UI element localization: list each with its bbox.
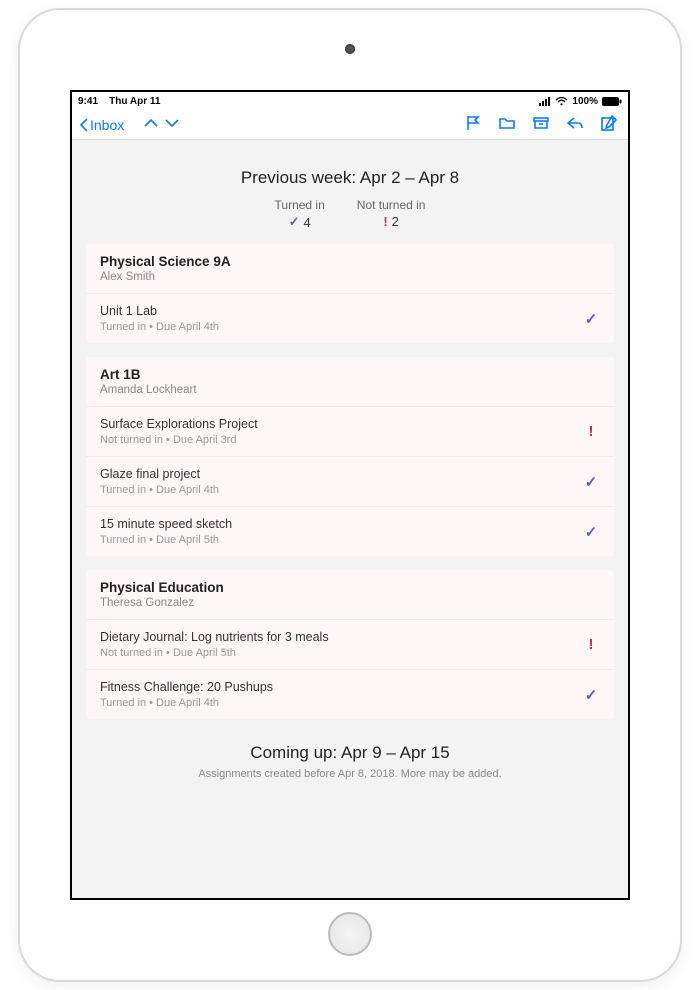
assignment-text: Fitness Challenge: 20 Pushups Turned in •… [100, 680, 582, 709]
device-camera [345, 44, 355, 54]
class-name: Physical Education [100, 580, 600, 595]
check-icon: ✓ [582, 523, 600, 541]
reply-icon [566, 114, 584, 132]
turned-in-count: 4 [303, 215, 310, 230]
assignment-text: Unit 1 Lab Turned in • Due April 4th [100, 304, 582, 333]
assignment-row[interactable]: Dietary Journal: Log nutrients for 3 mea… [86, 619, 614, 669]
compose-icon [600, 114, 618, 132]
assignment-text: Glaze final project Turned in • Due April… [100, 467, 582, 496]
check-icon: ✓ [582, 473, 600, 491]
assignment-title: Surface Explorations Project [100, 417, 582, 431]
turned-in-label: Turned in [275, 198, 325, 212]
assignment-row[interactable]: 15 minute speed sketch Turned in • Due Ap… [86, 506, 614, 556]
chevron-left-icon [78, 117, 90, 133]
class-group: Art 1B Amanda Lockheart Surface Exploratio… [86, 357, 614, 556]
ipad-frame: 9:41 Thu Apr 11 100% Inbo [20, 10, 680, 980]
not-turned-in-count: 2 [392, 214, 399, 229]
signal-icon [539, 97, 551, 106]
assignment-title: Dietary Journal: Log nutrients for 3 mea… [100, 630, 582, 644]
archive-icon [532, 114, 550, 132]
class-header: Physical Science 9A Alex Smith [86, 244, 614, 293]
summary-row: Turned in ✓ 4 Not turned in ! 2 [72, 198, 628, 230]
not-turned-in-label: Not turned in [357, 198, 426, 212]
status-bar: 9:41 Thu Apr 11 100% [72, 92, 628, 110]
assignment-title: Fitness Challenge: 20 Pushups [100, 680, 582, 694]
check-icon: ✓ [289, 214, 300, 230]
assignment-meta: Turned in • Due April 5th [100, 534, 582, 546]
prev-message-button[interactable] [142, 116, 160, 133]
next-message-button[interactable] [163, 116, 181, 133]
class-name: Physical Science 9A [100, 254, 600, 269]
battery-text: 100% [572, 96, 598, 107]
assignment-row[interactable]: Glaze final project Turned in • Due April… [86, 456, 614, 506]
assignment-meta: Turned in • Due April 4th [100, 321, 582, 333]
wifi-icon [555, 97, 568, 106]
exclamation-icon: ! [582, 423, 600, 440]
class-header: Art 1B Amanda Lockheart [86, 357, 614, 406]
assignment-meta: Not turned in • Due April 3rd [100, 434, 582, 446]
reply-button[interactable] [566, 114, 584, 135]
teacher-name: Alex Smith [100, 271, 600, 283]
status-date: Thu Apr 11 [109, 96, 160, 107]
teacher-name: Amanda Lockheart [100, 384, 600, 396]
archive-button[interactable] [532, 114, 550, 135]
status-time: 9:41 [78, 96, 98, 107]
flag-icon [464, 114, 482, 132]
assignment-title: 15 minute speed sketch [100, 517, 582, 531]
assignment-row[interactable]: Fitness Challenge: 20 Pushups Turned in •… [86, 669, 614, 719]
move-button[interactable] [498, 114, 516, 135]
class-header: Physical Education Theresa Gonzalez [86, 570, 614, 619]
assignment-row[interactable]: Surface Explorations Project Not turned i… [86, 406, 614, 456]
coming-up-note: Assignments created before Apr 8, 2018. … [72, 767, 628, 781]
email-content[interactable]: Previous week: Apr 2 – Apr 8 Turned in ✓… [72, 140, 628, 898]
coming-up-heading: Coming up: Apr 9 – Apr 15 [72, 743, 628, 763]
check-icon: ✓ [582, 686, 600, 704]
class-group: Physical Science 9A Alex Smith Unit 1 Lab T… [86, 244, 614, 343]
chevron-down-icon [163, 116, 181, 130]
screen: 9:41 Thu Apr 11 100% Inbo [70, 90, 630, 900]
assignment-row[interactable]: Unit 1 Lab Turned in • Due April 4th✓ [86, 293, 614, 343]
folder-icon [498, 114, 516, 132]
turned-in-summary: Turned in ✓ 4 [275, 198, 325, 230]
compose-button[interactable] [600, 114, 618, 135]
assignment-text: 15 minute speed sketch Turned in • Due Ap… [100, 517, 582, 546]
back-button[interactable]: Inbox [78, 117, 124, 133]
teacher-name: Theresa Gonzalez [100, 597, 600, 609]
chevron-up-icon [142, 116, 160, 130]
back-label: Inbox [90, 117, 124, 133]
assignment-text: Surface Explorations Project Not turned i… [100, 417, 582, 446]
assignment-meta: Turned in • Due April 4th [100, 697, 582, 709]
home-button[interactable] [328, 912, 372, 956]
not-turned-in-summary: Not turned in ! 2 [357, 198, 426, 230]
assignment-title: Unit 1 Lab [100, 304, 582, 318]
assignment-meta: Not turned in • Due April 5th [100, 647, 582, 659]
flag-button[interactable] [464, 114, 482, 135]
assignment-meta: Turned in • Due April 4th [100, 484, 582, 496]
status-right: 100% [539, 96, 622, 107]
previous-week-heading: Previous week: Apr 2 – Apr 8 [72, 168, 628, 188]
check-icon: ✓ [582, 310, 600, 328]
battery-icon [602, 97, 622, 106]
exclamation-icon: ! [383, 214, 387, 229]
status-left: 9:41 Thu Apr 11 [78, 96, 160, 107]
exclamation-icon: ! [582, 636, 600, 653]
class-name: Art 1B [100, 367, 600, 382]
assignment-text: Dietary Journal: Log nutrients for 3 mea… [100, 630, 582, 659]
app-toolbar: Inbox [72, 110, 628, 140]
class-group: Physical Education Theresa Gonzalez Dietar… [86, 570, 614, 719]
assignment-title: Glaze final project [100, 467, 582, 481]
